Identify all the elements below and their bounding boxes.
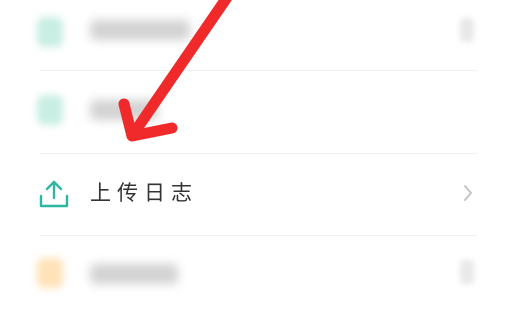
blurred-label [90, 264, 178, 284]
blurred-icon [37, 95, 63, 125]
chevron-right-icon [460, 18, 474, 42]
blurred-label [90, 100, 158, 120]
list-item-blurred-2[interactable] [0, 70, 505, 148]
upload-icon [39, 180, 69, 208]
blurred-label [90, 20, 190, 40]
chevron-right-icon [460, 260, 474, 284]
upload-log-label: 上传日志 [90, 181, 198, 205]
chevron-right-icon [464, 185, 472, 201]
list-item-upload-log[interactable]: 上传日志 [0, 153, 505, 231]
settings-list: 上传日志 [0, 0, 505, 290]
list-item-blurred-1[interactable] [0, 0, 505, 70]
blurred-icon [37, 258, 63, 288]
list-item-blurred-3[interactable] [0, 234, 505, 312]
blurred-icon [37, 17, 63, 47]
